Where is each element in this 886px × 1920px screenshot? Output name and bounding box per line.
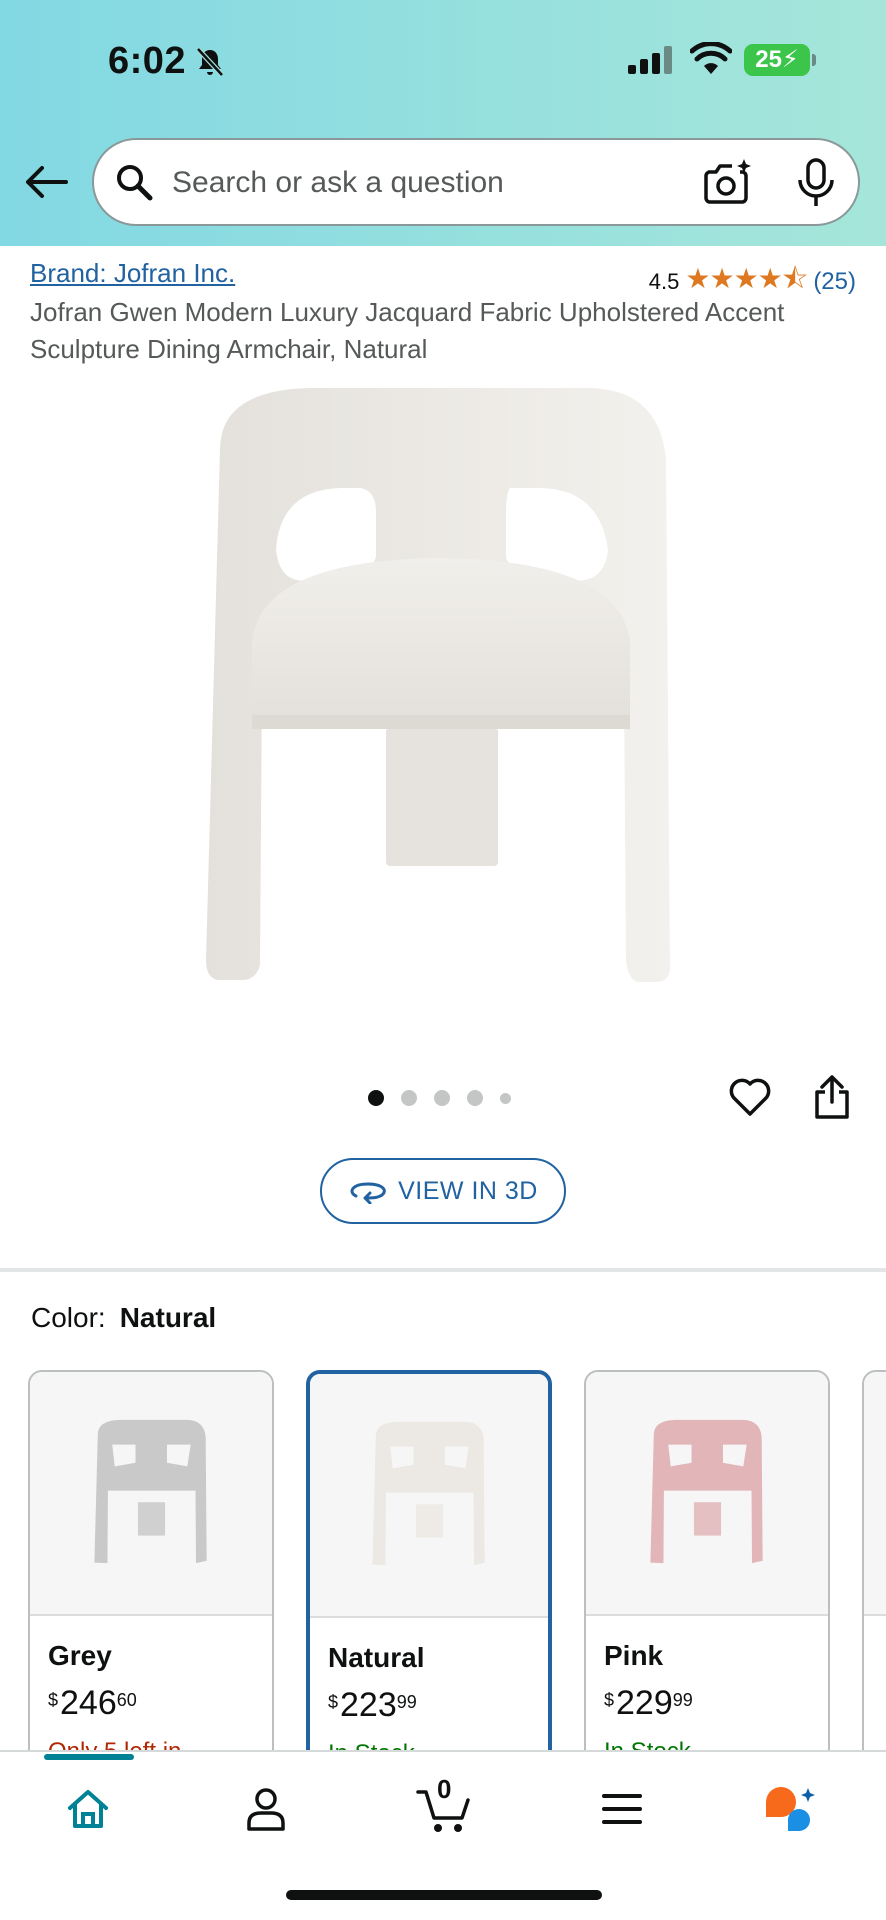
product-image[interactable] bbox=[190, 380, 690, 1000]
carousel-dot[interactable] bbox=[401, 1090, 417, 1106]
color-swatch-natural[interactable]: Natural $22399 In Stock bbox=[306, 1370, 552, 1750]
swatch-stock-status: In Stock bbox=[328, 1740, 415, 1750]
color-swatch-partial[interactable] bbox=[862, 1370, 886, 1750]
product-title: Jofran Gwen Modern Luxury Jacquard Fabri… bbox=[30, 297, 785, 364]
home-icon bbox=[68, 1790, 108, 1828]
chair-thumbnail bbox=[372, 1421, 485, 1566]
color-swatch-grey[interactable]: Grey $24660 Only 5 left in bbox=[28, 1370, 274, 1750]
visual-search-camera-icon[interactable] bbox=[702, 158, 752, 206]
swatch-stock-status: Only 5 left in bbox=[48, 1738, 181, 1750]
nav-menu[interactable] bbox=[592, 1782, 652, 1836]
search-input[interactable] bbox=[172, 160, 652, 206]
home-indicator bbox=[286, 1890, 602, 1900]
search-bar[interactable] bbox=[92, 138, 860, 226]
status-time: 6:02 bbox=[108, 40, 187, 82]
wifi-icon bbox=[690, 42, 732, 74]
swatch-price: $22399 bbox=[328, 1686, 417, 1724]
charging-bolt-icon: ⚡ bbox=[781, 46, 799, 73]
view-in-3d-label: VIEW IN 3D bbox=[398, 1176, 538, 1205]
cart-count: 0 bbox=[437, 1774, 452, 1804]
back-arrow-icon[interactable] bbox=[24, 164, 68, 200]
microphone-icon[interactable] bbox=[794, 158, 838, 208]
battery-level: 25 bbox=[755, 46, 782, 73]
color-swatch-list[interactable]: Grey $24660 Only 5 left in Natural $2239… bbox=[28, 1370, 886, 1750]
nav-rufus-assistant[interactable] bbox=[762, 1782, 822, 1836]
image-carousel-dots[interactable] bbox=[368, 1090, 511, 1106]
carousel-dot[interactable] bbox=[434, 1090, 450, 1106]
nav-home[interactable] bbox=[58, 1782, 118, 1836]
brand-link[interactable]: Brand: Jofran Inc. bbox=[30, 258, 235, 289]
heart-icon[interactable] bbox=[728, 1076, 772, 1118]
color-swatch-pink[interactable]: Pink $22999 In Stock bbox=[584, 1370, 830, 1750]
nav-active-indicator bbox=[44, 1754, 134, 1760]
rating-value: 4.5 bbox=[648, 269, 680, 294]
rufus-assistant-icon bbox=[766, 1787, 815, 1831]
bell-muted-icon bbox=[196, 47, 224, 77]
nav-cart[interactable]: 0 bbox=[414, 1774, 474, 1836]
nav-account[interactable] bbox=[236, 1782, 296, 1836]
swatch-image bbox=[30, 1372, 272, 1616]
carousel-dot[interactable] bbox=[467, 1090, 483, 1106]
swatch-stock-status: In Stock bbox=[604, 1738, 691, 1750]
app-header: 6:02 25⚡ bbox=[0, 0, 886, 246]
selected-color-value: Natural bbox=[119, 1302, 217, 1333]
review-count[interactable]: (25) bbox=[813, 268, 856, 296]
color-selector-label: Color: Natural bbox=[31, 1302, 216, 1334]
swatch-image bbox=[864, 1372, 886, 1616]
hamburger-menu-icon bbox=[602, 1794, 642, 1824]
cellular-signal-icon bbox=[628, 46, 672, 74]
rotate-3d-icon bbox=[350, 1182, 386, 1204]
share-icon[interactable] bbox=[812, 1074, 852, 1120]
color-label-text: Color: bbox=[31, 1302, 106, 1333]
swatch-image bbox=[586, 1372, 828, 1616]
swatch-name: Grey bbox=[48, 1640, 112, 1671]
carousel-dot[interactable] bbox=[500, 1092, 511, 1104]
swatch-price: $22999 bbox=[604, 1684, 693, 1722]
carousel-dot[interactable] bbox=[368, 1090, 384, 1106]
battery-indicator: 25⚡ bbox=[744, 44, 816, 76]
chair-thumbnail bbox=[94, 1419, 207, 1564]
search-icon bbox=[117, 165, 153, 201]
swatch-image bbox=[310, 1374, 548, 1618]
swatch-price: $24660 bbox=[48, 1684, 137, 1722]
swatch-name: Pink bbox=[604, 1640, 664, 1671]
swatch-name: Natural bbox=[328, 1642, 425, 1673]
chair-thumbnail bbox=[650, 1419, 763, 1564]
view-in-3d-button[interactable]: VIEW IN 3D bbox=[320, 1158, 566, 1224]
section-divider bbox=[0, 1268, 886, 1272]
person-icon bbox=[247, 1788, 285, 1831]
